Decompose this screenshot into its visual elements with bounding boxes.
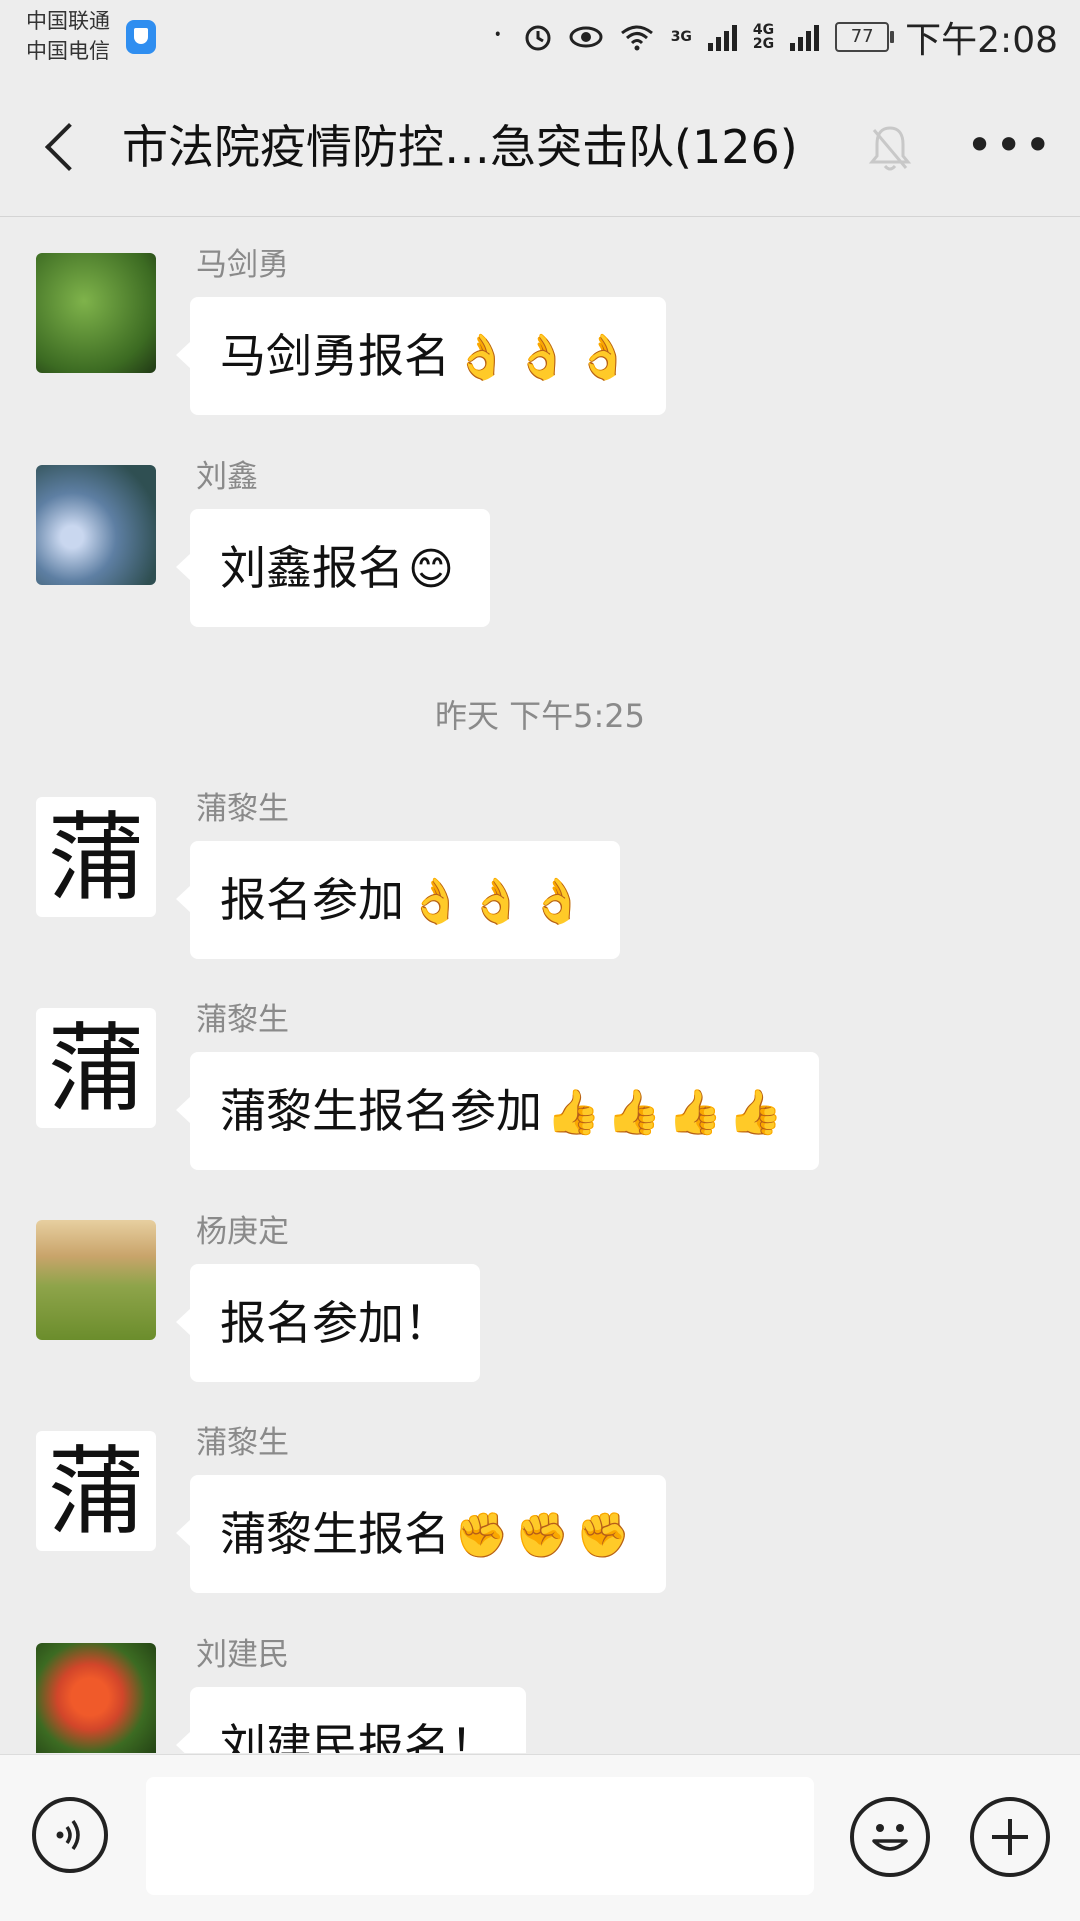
avatar[interactable]: 蒲 (36, 797, 156, 917)
chat-message-list[interactable]: 马剑勇 马剑勇报名👌👌👌 刘鑫 刘鑫报名😊 昨天 下午5:25 蒲 蒲黎生 报名… (0, 217, 1080, 1753)
plus-icon[interactable] (970, 1797, 1050, 1877)
chat-header: 市法院疫情防控…急突击队(126) ••• (0, 80, 1080, 217)
avatar[interactable] (36, 1220, 156, 1340)
message-emoji: ✊✊✊ (454, 1510, 637, 1561)
avatar[interactable] (36, 465, 156, 585)
status-icons: ᛫ 3G 4G 2G 77 下午2:08 (488, 14, 1058, 61)
message-text: 蒲黎生报名 (220, 1507, 450, 1561)
voice-icon[interactable] (32, 1797, 108, 1873)
seal-avatar-glyph: 蒲 (48, 1013, 144, 1125)
clock: 下午2:08 (905, 20, 1058, 61)
message-bubble[interactable]: 报名参加👌👌👌 (175, 841, 621, 959)
mute-bell-icon (868, 126, 912, 171)
sender-name: 杨庚定 (196, 1214, 289, 1250)
bluetooth-icon: ᛫ (488, 19, 507, 54)
message-bubble[interactable]: 蒲黎生报名参加👍👍👍👍 (175, 1052, 820, 1170)
svg-text:蒲: 蒲 (48, 802, 144, 914)
voice-waves-icon (56, 1819, 80, 1851)
sender-name: 刘鑫 (196, 459, 258, 495)
message-emoji: 👌👌👌 (454, 332, 637, 383)
svg-text:蒲: 蒲 (48, 1013, 144, 1125)
message-input[interactable] (146, 1777, 814, 1895)
smiley-face-icon (872, 1824, 908, 1851)
alarm-icon (525, 25, 551, 51)
message-emoji: 😊 (408, 544, 460, 595)
message-bubble[interactable]: 报名参加！ (176, 1264, 480, 1382)
svg-text:蒲: 蒲 (48, 1436, 144, 1548)
security-shield-icon (126, 20, 156, 54)
message-text: 刘建民报名！ (220, 1719, 496, 1753)
sender-name: 马剑勇 (196, 247, 289, 283)
message-text: 报名参加！ (220, 1296, 450, 1350)
avatar[interactable]: 蒲 (36, 1008, 156, 1128)
carrier-1: 中国联通 (26, 9, 110, 33)
wifi-icon (620, 25, 653, 51)
signal-bars-icon (707, 23, 737, 51)
avatar[interactable]: 蒲 (36, 1431, 156, 1551)
time-separator: 昨天 下午5:25 (434, 697, 646, 735)
message-bubble[interactable]: 刘鑫报名😊 (176, 509, 490, 627)
plus-sign-icon (992, 1819, 1028, 1855)
avatar[interactable] (36, 253, 156, 373)
sender-name: 蒲黎生 (196, 791, 289, 827)
message-text: 马剑勇报名 (220, 329, 450, 383)
input-bar (0, 1754, 1080, 1921)
battery-icon: 77 (835, 22, 895, 52)
emoji-icon[interactable] (850, 1797, 930, 1877)
eye-icon (569, 26, 603, 48)
carrier-info: 中国联通 中国电信 (26, 6, 110, 66)
message-bubble[interactable]: 刘建民报名！ (176, 1687, 526, 1753)
signal-bars-2-icon (790, 23, 820, 51)
seal-avatar-glyph: 蒲 (48, 1436, 144, 1548)
carrier-2: 中国电信 (26, 39, 110, 63)
sender-name: 刘建民 (196, 1637, 289, 1673)
sender-name: 蒲黎生 (196, 1425, 289, 1461)
message-emoji: 👌👌👌 (408, 876, 591, 927)
message-emoji: 👍👍👍👍 (546, 1087, 790, 1138)
message-text: 蒲黎生报名参加 (220, 1084, 542, 1138)
message-bubble[interactable]: 马剑勇报名👌👌👌 (175, 297, 667, 415)
chat-title: 市法院疫情防控…急突击队(126) (122, 120, 798, 174)
message-text: 刘鑫报名 (220, 541, 404, 595)
network-4g-label: 4G (752, 22, 775, 38)
message-bubble[interactable]: 蒲黎生报名✊✊✊ (175, 1475, 667, 1593)
status-bar: 中国联通 中国电信 ᛫ 3G 4G 2G 77 下午2:08 (0, 0, 1080, 78)
message-text: 报名参加 (220, 873, 404, 927)
network-2g-label: 2G (752, 36, 775, 52)
more-icon[interactable]: ••• (966, 122, 1051, 170)
network-4g2g-label: 4G 2G (753, 23, 774, 51)
sender-name: 蒲黎生 (196, 1002, 289, 1038)
back-icon[interactable] (36, 116, 96, 180)
avatar[interactable] (36, 1643, 156, 1753)
seal-avatar-glyph: 蒲 (48, 802, 144, 914)
network-3g-label: 3G (670, 29, 692, 45)
